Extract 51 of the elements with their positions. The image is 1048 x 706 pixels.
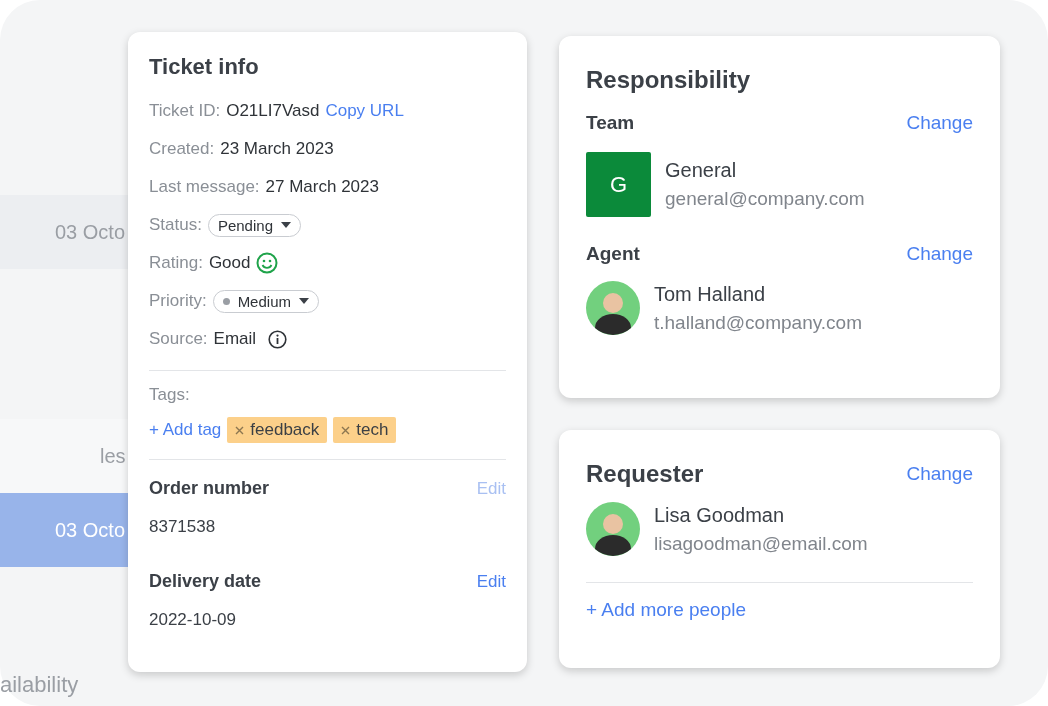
- caret-icon: [281, 222, 291, 228]
- field-value: 27 March 2023: [265, 177, 379, 197]
- email-text: t.halland@company.com: [654, 311, 862, 334]
- field-value: Email: [213, 329, 257, 349]
- section-title: Order number: [149, 478, 270, 499]
- row-text: les: [100, 444, 126, 468]
- field-label: Source:: [149, 329, 208, 349]
- field-label: Rating:: [149, 253, 203, 273]
- field-label: Priority:: [149, 291, 207, 311]
- email-text: general@company.com: [665, 188, 865, 210]
- field-value: O21LI7Vasd: [226, 101, 320, 121]
- caret-icon: [299, 298, 309, 304]
- group-label: Team: [586, 112, 635, 134]
- card-title: Requester: [586, 460, 704, 488]
- card-title: Responsibility: [586, 66, 752, 94]
- field-label: Ticket ID:: [149, 101, 221, 121]
- avatar-icon: [586, 502, 640, 556]
- person-name: Tom Halland: [654, 282, 767, 306]
- field-value: Good: [208, 253, 251, 273]
- dot-icon: [222, 297, 230, 305]
- tag: tech: [333, 417, 397, 443]
- tag: feedback: [227, 417, 328, 443]
- section-value: 2022-10-09: [149, 610, 236, 629]
- add-tag-link[interactable]: + Add tag: [149, 420, 222, 440]
- field-label: Last message:: [149, 177, 260, 197]
- add-people-link[interactable]: + Add more people: [586, 599, 747, 620]
- change-link[interactable]: Change: [906, 112, 973, 134]
- group-label: Agent: [586, 243, 640, 265]
- smiley-icon: [256, 252, 279, 274]
- person-name: Lisa Goodman: [654, 503, 786, 527]
- remove-icon[interactable]: [341, 425, 351, 435]
- email-text: lisagoodman@email.com: [654, 532, 868, 555]
- row-text: 03 Octo: [55, 518, 126, 542]
- info-icon[interactable]: [268, 329, 288, 349]
- card-title: Ticket info: [149, 54, 260, 80]
- change-link[interactable]: Change: [906, 463, 973, 485]
- field-value: 23 March 2023: [220, 139, 334, 159]
- copy-url-link[interactable]: Copy URL: [325, 101, 404, 121]
- section-value: 8371538: [149, 517, 216, 536]
- row-text: 03 Octo: [55, 220, 126, 244]
- change-link[interactable]: Change: [906, 243, 973, 265]
- section-title: Delivery date: [149, 571, 262, 592]
- remove-icon[interactable]: [235, 425, 245, 435]
- team-avatar: G: [586, 152, 651, 217]
- field-label: Created:: [149, 139, 215, 159]
- avatar-icon: [586, 281, 640, 335]
- availability-label: ailability: [0, 672, 80, 698]
- tags-label: Tags:: [149, 385, 190, 404]
- field-label: Status:: [149, 215, 202, 235]
- person-name: General: [665, 159, 738, 182]
- edit-link[interactable]: Edit: [476, 571, 506, 592]
